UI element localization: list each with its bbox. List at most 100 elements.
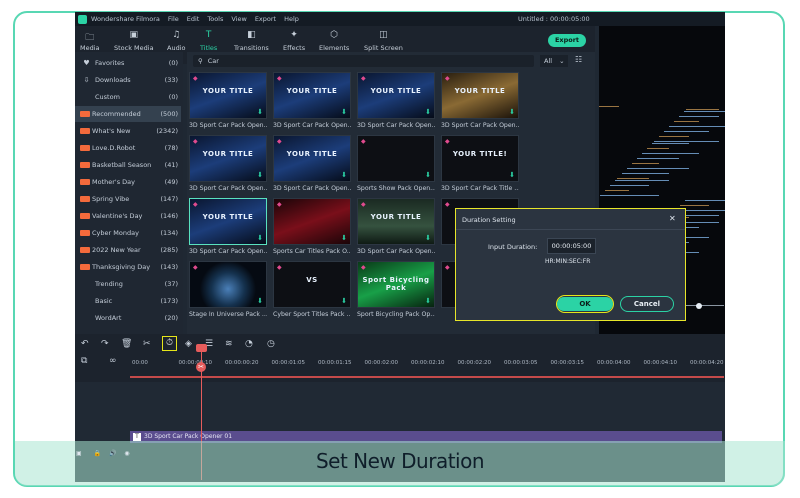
menu-help[interactable]: Help [284, 15, 299, 23]
preview-light-streak [627, 168, 689, 169]
lock-icon[interactable]: 🔒 [94, 450, 101, 457]
search-icon: ⚲ [198, 57, 203, 65]
download-icon[interactable]: ⬇ [341, 297, 347, 305]
title-template-card[interactable]: Sport Bicycling Pack ⬇ ◆ Sport Bicycling Pa… [357, 261, 435, 323]
download-icon[interactable]: ⬇ [257, 297, 263, 305]
title-template-card[interactable]: VS ⬇ ◆ Cyber Sport Titles Pack ... [273, 261, 351, 323]
audio-wave-icon[interactable]: ≋ [225, 339, 233, 349]
delete-icon[interactable]: 🗑 [121, 339, 132, 349]
menu-tools[interactable]: Tools [207, 15, 223, 23]
download-icon[interactable]: ⬇ [425, 297, 431, 305]
title-template-card[interactable]: YOUR TITLE ⬇ ◆ 3D Sport Car Pack Open... [189, 72, 267, 134]
download-icon[interactable]: ⬇ [341, 171, 347, 179]
sidebar-item-2022-new-year[interactable]: 2022 New Year (285) [75, 242, 181, 258]
export-button[interactable]: Export [548, 34, 586, 47]
tab-media[interactable]: 🗀 Media [80, 30, 100, 52]
duration-input[interactable]: 00:00:05:00 [547, 238, 596, 254]
redo-icon[interactable]: ↷ [101, 339, 109, 349]
title-template-card[interactable]: ⬇ ◆ Sports Show Pack Open... [357, 135, 435, 197]
title-template-card[interactable]: YOUR TITLE ⬇ ◆ 3D Sport Car Pack Open... [273, 72, 351, 134]
sidebar-item-wordart[interactable]: WordArt (20) [75, 310, 181, 326]
template-caption: 3D Sport Car Pack Open... [189, 122, 267, 129]
menu-export[interactable]: Export [255, 15, 276, 23]
menu-file[interactable]: File [168, 15, 179, 23]
speed-icon[interactable]: ◔ [245, 339, 253, 349]
sidebar-item-favorites[interactable]: ♥ Favorites (0) [75, 55, 181, 71]
title-template-card[interactable]: YOUR TITLE ⬇ ◆ 3D Sport Car Pack Open... [357, 72, 435, 134]
folder-icon: 🗀 [85, 33, 95, 43]
sidebar-item-valentines-day[interactable]: Valentine's Day (146) [75, 208, 181, 224]
title-template-card[interactable]: YOUR TITLE ⬇ ◆ 3D Sport Car Pack Open... [189, 135, 267, 197]
title-template-card[interactable]: ⬇ ◆ Sports Car Titles Pack O... [273, 198, 351, 260]
sidebar-item-spring-vibe[interactable]: Spring Vibe (147) [75, 191, 181, 207]
playhead-handle[interactable] [196, 344, 207, 352]
grid-view-icon[interactable]: ☷ [575, 55, 582, 64]
title-template-card[interactable]: YOUR TITLE ⬇ ◆ 3D Sport Car Pack Open... [273, 135, 351, 197]
title-template-card[interactable]: YOUR TITLE! ⬇ ◆ 3D Sport Car Pack Title ... [441, 135, 519, 197]
duration-icon[interactable]: ⏱ [162, 336, 177, 351]
close-icon[interactable]: ✕ [669, 214, 676, 223]
download-icon[interactable]: ⬇ [425, 171, 431, 179]
speaker-icon[interactable]: 🔊 [109, 450, 116, 457]
menu-edit[interactable]: Edit [187, 15, 200, 23]
download-icon[interactable]: ⬇ [341, 234, 347, 242]
sidebar-item-whats-new[interactable]: What's New (2342) [75, 123, 181, 139]
search-input[interactable]: ⚲ Car [193, 55, 534, 67]
timeline-tick-label: 00:00:02:00 [364, 360, 399, 366]
heart-icon: ♥ [83, 59, 90, 67]
sidebar-item-basketball-season[interactable]: Basketball Season (41) [75, 157, 181, 173]
tab-audio[interactable]: ♫ Audio [167, 30, 185, 52]
sidebar-item-recommended[interactable]: Recommended (500) [75, 106, 181, 122]
undo-icon[interactable]: ↶ [81, 339, 89, 349]
title-template-card[interactable]: YOUR TITLE ⬇ ◆ 3D Sport Car Pack Open... [357, 198, 435, 260]
tab-effects[interactable]: ✦ Effects [283, 30, 305, 52]
tab-stock-media[interactable]: ▣ Stock Media [114, 30, 154, 52]
download-icon[interactable]: ⬇ [509, 171, 515, 179]
download-icon[interactable]: ⬇ [257, 108, 263, 116]
playhead-split-icon[interactable]: ✂ [196, 362, 206, 372]
tab-transitions[interactable]: ◧ Transitions [234, 30, 269, 52]
title-template-card[interactable]: YOUR TITLE ⬇ ◆ 3D Sport Car Pack Open... [441, 72, 519, 134]
tab-split-screen[interactable]: ◫ Split Screen [364, 30, 403, 52]
premium-gem-icon: ◆ [277, 138, 282, 145]
title-template-card[interactable]: YOUR TITLE ⬇ ◆ 3D Sport Car Pack Open... [189, 198, 267, 260]
download-icon[interactable]: ⬇ [257, 171, 263, 179]
menu-view[interactable]: View [231, 15, 246, 23]
effects-icon: ✦ [290, 30, 298, 40]
cancel-button[interactable]: Cancel [620, 296, 674, 312]
sidebar-item-trending[interactable]: Trending (37) [75, 276, 181, 292]
tab-titles[interactable]: T Titles [193, 30, 224, 66]
timer-icon[interactable]: ◷ [267, 339, 275, 349]
sidebar-item-basic[interactable]: Basic (173) [75, 293, 181, 309]
add-track-icon[interactable]: ⧉ [81, 356, 87, 366]
timeline-tick-label: 00:00:03:15 [550, 360, 585, 366]
sidebar-item-cyber-monday[interactable]: Cyber Monday (134) [75, 225, 181, 241]
volume-slider-track[interactable] [686, 305, 724, 306]
sidebar-item-thanksgiving-day[interactable]: Thanksgiving Day (143) [75, 259, 181, 275]
template-caption: Sports Show Pack Open... [357, 185, 435, 192]
download-icon[interactable]: ⬇ [509, 108, 515, 116]
sidebar-item-downloads[interactable]: ⇩ Downloads (33) [75, 72, 181, 88]
link-icon[interactable]: ∞ [109, 356, 117, 366]
timeline-ruler[interactable]: ⧉ ∞ 00:00 00:00:00:10 00:00:00:20 00:00:01:… [75, 354, 725, 382]
filter-select[interactable]: All ⌄ [540, 55, 568, 67]
eye-icon[interactable]: ◉ [124, 450, 129, 457]
download-icon[interactable]: ⬇ [425, 108, 431, 116]
template-caption: Sports Car Titles Pack O... [273, 248, 351, 255]
download-icon[interactable]: ⬇ [257, 234, 263, 242]
download-icon[interactable]: ⬇ [425, 234, 431, 242]
title-template-card[interactable]: ⬇ ◆ Stage In Universe Pack ... [189, 261, 267, 323]
hot-badge-icon [80, 213, 90, 219]
tab-elements[interactable]: ⬡ Elements [319, 30, 349, 52]
menu-bar: Wondershare Filmora File Edit Tools View… [75, 12, 725, 26]
track-video-icon[interactable]: ▣ [76, 450, 82, 457]
ok-highlight [556, 295, 614, 313]
sidebar-item-mothers-day[interactable]: Mother's Day (49) [75, 174, 181, 190]
template-caption: 3D Sport Car Pack Open... [189, 248, 267, 255]
download-icon[interactable]: ⬇ [341, 108, 347, 116]
volume-slider-handle[interactable] [696, 303, 702, 309]
sidebar-item-love-d-robot[interactable]: Love.D.Robot (78) [75, 140, 181, 156]
sidebar-item-custom[interactable]: Custom (0) [75, 89, 181, 105]
keyframe-icon[interactable]: ◈ [185, 339, 192, 349]
cut-icon[interactable]: ✂ [143, 339, 151, 349]
